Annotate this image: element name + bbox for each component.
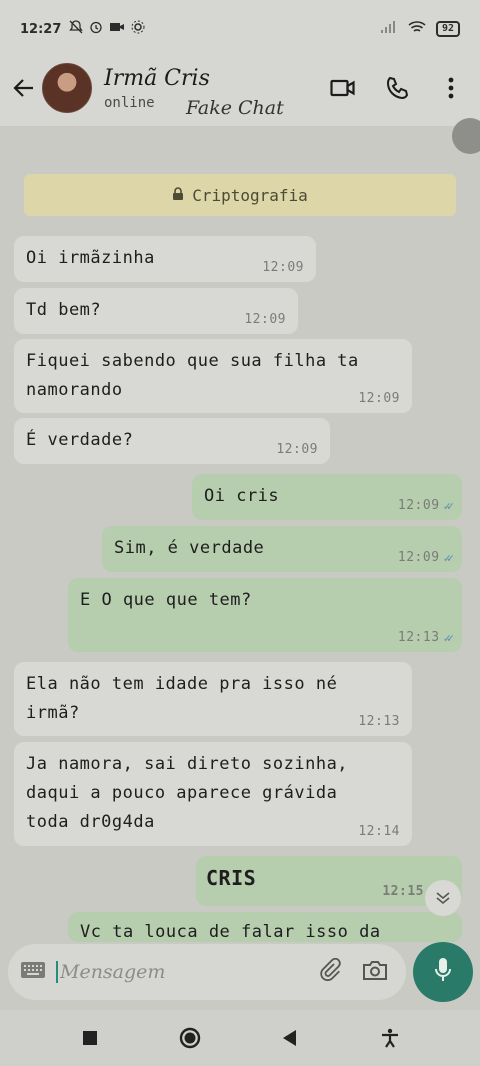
message-timestamp: 12:15 <box>382 884 424 899</box>
microphone-button[interactable] <box>413 942 473 1002</box>
message-time: 12:09 <box>358 391 400 407</box>
lock-icon <box>172 186 184 205</box>
message-time: 12:15 <box>382 884 424 900</box>
message-time: 12:13 ✓✓ <box>397 630 455 646</box>
message-bubble[interactable]: Ela não tem idade pra isso né irmã? 12:1… <box>14 662 412 736</box>
message-composer <box>8 944 406 1000</box>
message-bubble[interactable]: Fiquei sabendo que sua filha ta namorand… <box>14 339 412 413</box>
message-text: Fiquei sabendo que sua filha ta namorand… <box>26 351 359 400</box>
settings-icon <box>131 20 145 38</box>
home-icon[interactable] <box>175 1023 205 1053</box>
status-time: 12:27 <box>20 21 62 37</box>
message-bubble[interactable]: Sim, é verdade 12:09 ✓✓ <box>102 526 462 572</box>
video-camera-icon <box>109 20 125 38</box>
composer-actions <box>318 957 388 986</box>
message-timestamp: 12:09 <box>262 260 304 275</box>
scroll-down-button[interactable] <box>425 880 461 916</box>
message-time: 12:09 ✓✓ <box>397 498 455 514</box>
message-time: 12:14 <box>358 824 400 840</box>
read-receipt-icon: ✓✓ <box>443 631 455 645</box>
message-bubble[interactable]: Td bem? 12:09 <box>14 288 298 334</box>
message-bubble[interactable]: Ja namora, sai direto sozinha, daqui a p… <box>14 742 412 846</box>
message-bubble[interactable]: Oi irmãzinha 12:09 <box>14 236 316 282</box>
recent-apps-icon[interactable] <box>75 1023 105 1053</box>
avatar[interactable] <box>42 63 92 113</box>
message-bubble[interactable]: CRIS 12:15 <box>196 856 462 906</box>
message-timestamp: 12:09 <box>244 312 286 327</box>
message-timestamp: 12:13 <box>397 630 440 645</box>
encryption-banner[interactable]: Criptografia <box>24 174 456 216</box>
voice-call-icon[interactable] <box>384 75 410 101</box>
accessibility-icon[interactable] <box>375 1023 405 1053</box>
message-text: Ja namora, sai direto sozinha, daqui a p… <box>26 754 349 832</box>
message-bubble[interactable]: E O que que tem? 12:13 ✓✓ <box>68 578 462 652</box>
bell-off-icon <box>69 20 84 38</box>
message-text: Vc ta louca de falar isso da <box>80 922 381 942</box>
floating-overlay-bubble[interactable] <box>452 118 480 154</box>
fake-chat-watermark: Fake Chat <box>186 97 284 119</box>
message-time: 12:13 <box>358 714 400 730</box>
read-receipt-icon: ✓✓ <box>443 551 455 565</box>
system-nav-bar <box>0 1010 480 1066</box>
encryption-label: Criptografia <box>192 185 308 205</box>
alarm-icon <box>89 20 103 38</box>
message-timestamp: 12:09 <box>358 391 400 406</box>
message-input[interactable] <box>56 961 318 983</box>
back-icon[interactable] <box>275 1023 305 1053</box>
message-timestamp: 12:09 <box>397 550 440 565</box>
message-text: Ela não tem idade pra isso né irmã? <box>26 674 338 723</box>
status-icons <box>69 20 145 38</box>
message-bubble[interactable]: Vc ta louca de falar isso da <box>68 912 462 942</box>
message-time: 12:09 <box>262 260 304 276</box>
message-text: E O que que tem? <box>80 590 252 610</box>
message-timestamp: 12:09 <box>276 442 318 457</box>
message-time: 12:09 <box>276 442 318 458</box>
more-options-icon[interactable] <box>438 75 464 101</box>
message-timestamp: 12:13 <box>358 714 400 729</box>
message-bubble[interactable]: Oi cris 12:09 ✓✓ <box>192 474 462 520</box>
video-call-icon[interactable] <box>330 75 356 101</box>
signal-icon <box>380 20 398 38</box>
paperclip-icon[interactable] <box>318 957 342 986</box>
back-arrow-icon[interactable] <box>10 74 38 102</box>
battery-indicator: 92 <box>435 21 460 37</box>
camera-icon[interactable] <box>362 959 388 985</box>
contact-name: Irmã Cris <box>104 65 210 91</box>
message-timestamp: 12:14 <box>358 824 400 839</box>
keyboard-icon[interactable] <box>20 961 46 983</box>
message-timestamp: 12:09 <box>397 498 440 513</box>
wifi-icon <box>408 20 426 38</box>
message-time: 12:09 ✓✓ <box>397 550 455 566</box>
microphone-icon <box>434 957 452 987</box>
status-icons-right: 92 <box>380 20 460 38</box>
message-bubble[interactable]: É verdade? 12:09 <box>14 418 330 464</box>
read-receipt-icon: ✓✓ <box>443 499 455 513</box>
header-actions <box>330 75 464 101</box>
message-text: É verdade? <box>26 430 134 450</box>
message-time: 12:09 <box>244 312 286 328</box>
